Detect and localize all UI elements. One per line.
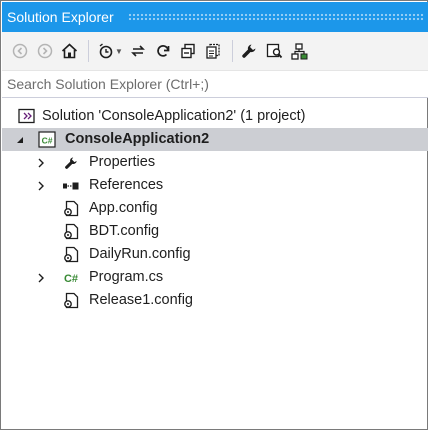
collapse-all-button[interactable]	[177, 39, 200, 63]
sync-icon	[131, 45, 146, 57]
show-all-files-icon	[206, 43, 221, 59]
references-icon	[62, 177, 80, 194]
tree-row-solution[interactable]: Solution 'ConsoleApplication2' (1 projec…	[2, 105, 428, 128]
class-diagram-icon	[291, 42, 308, 60]
home-button[interactable]	[58, 39, 81, 63]
config-file-icon	[62, 292, 80, 309]
refresh-icon	[157, 45, 170, 57]
program-icon-text: C#	[64, 273, 78, 285]
back-button[interactable]	[8, 39, 31, 63]
tree-row-app-config[interactable]: App.config	[2, 197, 428, 220]
references-label: References	[89, 177, 164, 193]
collapsed-arrow-icon[interactable]	[35, 266, 47, 289]
bdt-config-label: BDT.config	[89, 223, 160, 239]
tree-row-program-cs[interactable]: C# Program.cs	[2, 266, 428, 289]
solution-explorer-window: Solution Explorer ▼ Search Solution Expl…	[0, 0, 428, 430]
tree-row-references[interactable]: References	[2, 174, 428, 197]
properties-button[interactable]	[238, 39, 261, 63]
toolbar-separator	[88, 40, 89, 62]
show-all-files-button[interactable]	[202, 39, 225, 63]
solution-tree: Solution 'ConsoleApplication2' (1 projec…	[2, 105, 428, 312]
back-icon	[12, 43, 27, 59]
refresh-button[interactable]	[152, 39, 175, 63]
search-input[interactable]: Search Solution Explorer (Ctrl+;)	[2, 70, 428, 98]
clock-filter-icon	[99, 43, 112, 59]
tree-row-dailyrun-config[interactable]: DailyRun.config	[2, 243, 428, 266]
forward-icon	[37, 43, 52, 59]
forward-button[interactable]	[33, 39, 56, 63]
preview-icon	[266, 43, 283, 59]
solution-icon	[18, 108, 36, 125]
solution-label: Solution 'ConsoleApplication2' (1 projec…	[42, 108, 306, 124]
config-file-icon	[62, 200, 80, 217]
tree-row-bdt-config[interactable]: BDT.config	[2, 220, 428, 243]
tree-row-release1-config[interactable]: Release1.config	[2, 289, 428, 312]
tree-row-project[interactable]: C# ConsoleApplication2	[2, 128, 428, 151]
config-file-icon	[62, 246, 80, 263]
collapsed-arrow-icon[interactable]	[35, 151, 47, 174]
expanded-arrow-icon[interactable]	[14, 128, 26, 151]
toolbar: ▼	[2, 32, 428, 70]
collapse-all-icon	[181, 43, 196, 59]
properties-label: Properties	[89, 154, 156, 170]
preview-selected-items-button[interactable]	[263, 39, 286, 63]
chevron-down-icon[interactable]: ▼	[115, 47, 123, 56]
program-cs-label: Program.cs	[89, 269, 164, 285]
pending-changes-filter-button[interactable]	[94, 39, 117, 63]
dailyrun-config-label: DailyRun.config	[89, 246, 191, 262]
sync-active-document-button[interactable]	[127, 39, 150, 63]
project-label: ConsoleApplication2	[65, 131, 210, 147]
project-icon-text: C#	[42, 135, 53, 145]
view-class-diagram-button[interactable]	[288, 39, 311, 63]
tree-row-properties[interactable]: Properties	[2, 151, 428, 174]
collapsed-arrow-icon[interactable]	[35, 174, 47, 197]
title-bar-grip[interactable]	[128, 13, 424, 21]
csharp-project-icon: C#	[38, 131, 56, 148]
app-config-label: App.config	[89, 200, 158, 216]
release1-config-label: Release1.config	[89, 292, 193, 308]
window-title: Solution Explorer	[7, 9, 114, 25]
title-bar[interactable]: Solution Explorer	[2, 2, 428, 32]
wrench-icon	[242, 44, 256, 58]
config-file-icon	[62, 223, 80, 240]
wrench-icon	[62, 154, 80, 171]
home-icon	[61, 43, 78, 59]
toolbar-separator	[231, 40, 233, 62]
csharp-file-icon: C#	[62, 269, 80, 286]
